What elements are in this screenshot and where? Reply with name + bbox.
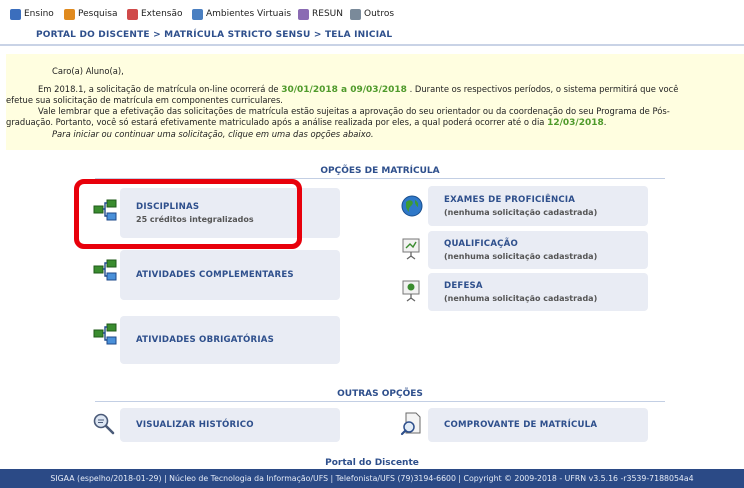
globe-icon — [401, 195, 423, 217]
comprovante-matricula-card[interactable]: COMPROVANTE DE MATRÍCULA — [428, 408, 648, 442]
menu-pesquisa[interactable]: Pesquisa — [64, 7, 117, 21]
menu-outros[interactable]: Outros — [350, 7, 394, 21]
footer-portal-label: Portal do Discente — [325, 458, 419, 468]
deadline-date: 12/03/2018 — [547, 118, 604, 128]
breadcrumb: PORTAL DO DISCENTE > MATRÍCULA STRICTO S… — [36, 30, 393, 40]
menu-ensino-label: Ensino — [24, 9, 54, 19]
resun-icon — [298, 8, 309, 20]
footer-bar: SIGAA (espelho/2018-01-29) | Núcleo de T… — [0, 469, 744, 488]
qualificacao-title: QUALIFICAÇÃO — [444, 239, 519, 249]
exames-proficiencia-card[interactable]: EXAMES DE PROFICIÊNCIA (nenhuma solicita… — [428, 186, 648, 226]
outras-opcoes-title: OUTRAS OPÇÕES — [95, 389, 665, 402]
highlight-frame — [74, 179, 302, 249]
atividades-obrigatorias-title: ATIVIDADES OBRIGATÓRIAS — [136, 335, 274, 345]
network-icon — [93, 323, 117, 345]
ambientes-virtuais-icon — [192, 8, 203, 20]
notice-line4-end: . — [603, 117, 607, 127]
top-menu: Ensino Pesquisa Extensão Ambientes Virtu… — [0, 0, 744, 26]
exames-proficiencia-status: (nenhuma solicitação cadastrada) — [444, 208, 598, 217]
menu-resun[interactable]: RESUN — [298, 7, 343, 21]
pesquisa-icon — [64, 8, 75, 20]
menu-resun-label: RESUN — [312, 9, 343, 19]
notice-line3: Vale lembrar que a efetivação das solici… — [38, 106, 670, 116]
presentation-board-icon — [402, 238, 420, 260]
notice-box: Caro(a) Aluno(a), Em 2018.1, a solicitaç… — [6, 54, 744, 150]
visualizar-historico-card[interactable]: VISUALIZAR HISTÓRICO — [120, 408, 340, 442]
menu-extensao[interactable]: Extensão — [127, 7, 183, 21]
atividades-obrigatorias-card[interactable]: ATIVIDADES OBRIGATÓRIAS — [120, 316, 340, 364]
defesa-status: (nenhuma solicitação cadastrada) — [444, 294, 598, 303]
visualizar-historico-title: VISUALIZAR HISTÓRICO — [136, 420, 254, 430]
menu-ensino[interactable]: Ensino — [10, 7, 54, 21]
exames-proficiencia-title: EXAMES DE PROFICIÊNCIA — [444, 195, 576, 205]
notice-greeting: Caro(a) Aluno(a), — [52, 66, 124, 76]
notice-line1-end: . Durante os respectivos períodos, o sis… — [406, 84, 679, 94]
enrollment-period-date: 30/01/2018 a 09/03/2018 — [281, 85, 407, 95]
defesa-card[interactable]: DEFESA (nenhuma solicitação cadastrada) — [428, 273, 648, 311]
notice-line4-text: graduação. Portanto, você só estará efet… — [6, 117, 548, 127]
notice-line4: graduação. Portanto, você só estará efet… — [6, 117, 606, 129]
history-magnifier-icon — [93, 413, 115, 435]
opcoes-matricula-title: OPÇÕES DE MATRÍCULA — [95, 166, 665, 179]
atividades-complementares-card[interactable]: ATIVIDADES COMPLEMENTARES — [120, 250, 340, 300]
comprovante-matricula-title: COMPROVANTE DE MATRÍCULA — [444, 420, 598, 430]
presentation-board-icon — [402, 280, 420, 302]
notice-line1-text: Em 2018.1, a solicitação de matrícula on… — [38, 84, 282, 94]
notice-instruction: Para iniciar ou continuar uma solicitaçã… — [52, 129, 374, 139]
menu-outros-label: Outros — [364, 9, 395, 19]
document-search-icon — [400, 412, 421, 436]
menu-extensao-label: Extensão — [141, 9, 183, 19]
menu-ambientes-virtuais-label: Ambientes Virtuais — [206, 9, 292, 19]
atividades-complementares-title: ATIVIDADES COMPLEMENTARES — [136, 270, 294, 280]
defesa-title: DEFESA — [444, 281, 483, 291]
outros-icon — [350, 8, 361, 20]
network-icon — [93, 259, 117, 281]
menu-ambientes-virtuais[interactable]: Ambientes Virtuais — [192, 7, 291, 21]
notice-line2: efetue sua solicitação de matrícula em c… — [6, 95, 283, 105]
extensao-icon — [127, 8, 138, 20]
menu-pesquisa-label: Pesquisa — [78, 9, 118, 19]
breadcrumb-bar: PORTAL DO DISCENTE > MATRÍCULA STRICTO S… — [0, 26, 744, 46]
qualificacao-card[interactable]: QUALIFICAÇÃO (nenhuma solicitação cadast… — [428, 231, 648, 269]
ensino-icon — [10, 8, 21, 20]
qualificacao-status: (nenhuma solicitação cadastrada) — [444, 252, 598, 261]
